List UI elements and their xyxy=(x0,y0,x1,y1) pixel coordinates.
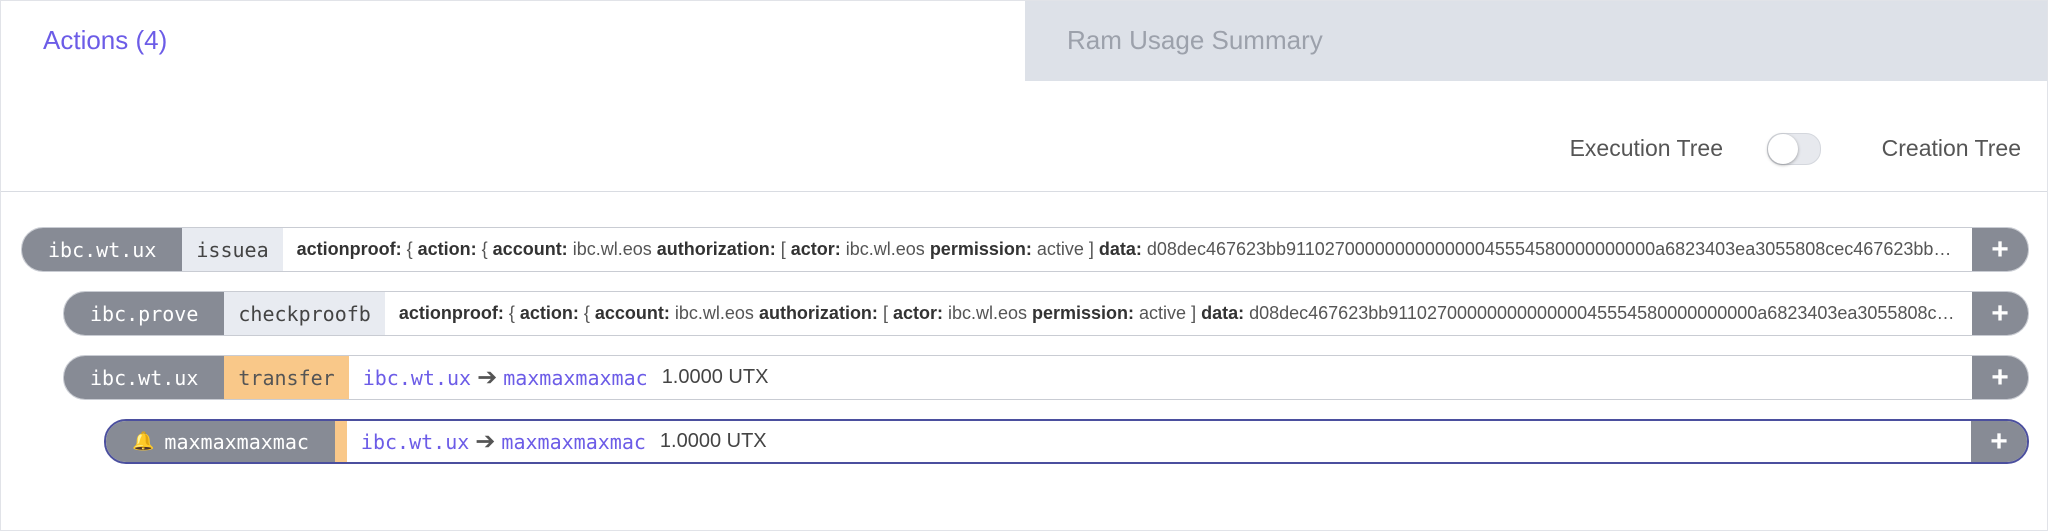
action-contract: ibc.wt.ux xyxy=(22,228,183,271)
action-row[interactable]: ibc.wt.ux issuea actionproof: { action: … xyxy=(21,227,2029,272)
bell-icon: 🔔 xyxy=(132,431,155,452)
action-contract: 🔔 maxmaxmaxmac xyxy=(106,421,335,462)
action-name: transfer xyxy=(224,356,349,399)
actions-panel: Actions (4) Ram Usage Summary Execution … xyxy=(0,0,2048,531)
divider xyxy=(1,191,2047,192)
action-row[interactable]: ibc.prove checkproofb actionproof: { act… xyxy=(63,291,2029,336)
expand-button[interactable]: + xyxy=(1972,356,2028,399)
creation-tree-label: Creation Tree xyxy=(1881,135,2021,161)
action-data-text: actionproof: { action: { account: ibc.wl… xyxy=(296,239,1958,259)
transfer-stripe xyxy=(334,421,347,462)
transfer-amount: 1.0000 UTX xyxy=(661,366,769,388)
action-name: checkproofb xyxy=(224,292,385,335)
action-row-notification[interactable]: 🔔 maxmaxmaxmac ibc.wt.ux ➔ maxmaxmaxmac … xyxy=(104,419,2029,464)
tab-actions[interactable]: Actions (4) xyxy=(1,1,1025,81)
transfer-to-account[interactable]: maxmaxmaxmac xyxy=(501,430,646,454)
action-name: issuea xyxy=(182,228,283,271)
expand-button[interactable]: + xyxy=(1971,421,2027,462)
action-data-text: actionproof: { action: { account: ibc.wl… xyxy=(398,303,1958,323)
action-contract: ibc.wt.ux xyxy=(64,356,225,399)
action-data: actionproof: { action: { account: ibc.wl… xyxy=(385,292,1972,335)
tab-ram-usage-label: Ram Usage Summary xyxy=(1067,25,1323,55)
action-contract: ibc.prove xyxy=(64,292,225,335)
expand-button[interactable]: + xyxy=(1972,228,2028,271)
arrow-right-icon: ➔ xyxy=(475,428,496,455)
tree-toggle-row: Execution Tree Creation Tree xyxy=(1570,129,2021,169)
transfer-from-account[interactable]: ibc.wt.ux xyxy=(361,430,469,454)
execution-tree-label: Execution Tree xyxy=(1569,135,1723,161)
toggle-knob xyxy=(1768,134,1798,164)
tree-mode-toggle[interactable] xyxy=(1767,133,1821,165)
transfer-data: ibc.wt.ux ➔ maxmaxmaxmac 1.0000 UTX xyxy=(349,356,1972,399)
action-data: actionproof: { action: { account: ibc.wl… xyxy=(283,228,1972,271)
transfer-data: ibc.wt.ux ➔ maxmaxmaxmac 1.0000 UTX xyxy=(347,421,1971,462)
arrow-right-icon: ➔ xyxy=(477,364,498,391)
expand-button[interactable]: + xyxy=(1972,292,2028,335)
transfer-from-account[interactable]: ibc.wt.ux xyxy=(363,366,471,390)
transfer-amount: 1.0000 UTX xyxy=(659,430,767,452)
tab-actions-label: Actions (4) xyxy=(43,25,168,55)
transfer-to-account[interactable]: maxmaxmaxmac xyxy=(503,366,648,390)
action-row-transfer[interactable]: ibc.wt.ux transfer ibc.wt.ux ➔ maxmaxmax… xyxy=(63,355,2029,400)
tab-ram-usage-summary[interactable]: Ram Usage Summary xyxy=(1025,1,2047,81)
notified-account: maxmaxmaxmac xyxy=(164,429,309,454)
tab-bar: Actions (4) Ram Usage Summary xyxy=(1,1,2047,81)
